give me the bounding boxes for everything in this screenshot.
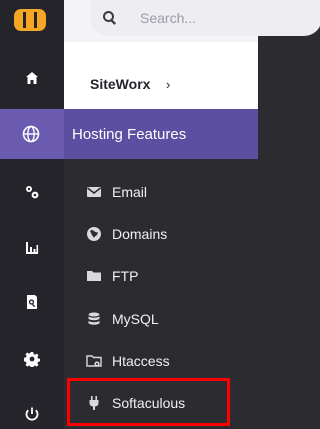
submenu-item-mysql[interactable]: MySQL xyxy=(112,311,159,327)
submenu-item-htaccess[interactable]: Htaccess xyxy=(112,353,170,369)
search-icon[interactable] xyxy=(102,10,118,26)
folder-settings-icon xyxy=(86,349,102,373)
chevron-right-icon: › xyxy=(166,77,171,92)
app-logo-icon[interactable] xyxy=(14,9,46,31)
search-box[interactable] xyxy=(90,0,320,36)
search-document-icon[interactable] xyxy=(0,290,64,314)
left-rail xyxy=(0,0,64,429)
bar-chart-icon[interactable] xyxy=(0,236,64,260)
breadcrumb-siteworx[interactable]: SiteWorx xyxy=(90,76,150,92)
gear-icon[interactable] xyxy=(0,347,64,371)
search-input[interactable]: Search... xyxy=(140,10,196,26)
database-icon xyxy=(86,307,102,331)
mail-icon xyxy=(86,180,102,204)
settings-gears-icon[interactable] xyxy=(0,180,64,204)
submenu-item-email[interactable]: Email xyxy=(112,184,147,200)
home-icon[interactable] xyxy=(0,66,64,90)
globe-icon[interactable] xyxy=(22,125,40,143)
folder-icon xyxy=(86,264,102,288)
submenu-item-domains[interactable]: Domains xyxy=(112,226,167,242)
power-icon[interactable] xyxy=(0,402,64,426)
submenu-item-ftp[interactable]: FTP xyxy=(112,268,138,284)
globe-icon xyxy=(86,222,102,246)
selection-highlight xyxy=(67,378,230,426)
section-title: Hosting Features xyxy=(72,126,187,143)
